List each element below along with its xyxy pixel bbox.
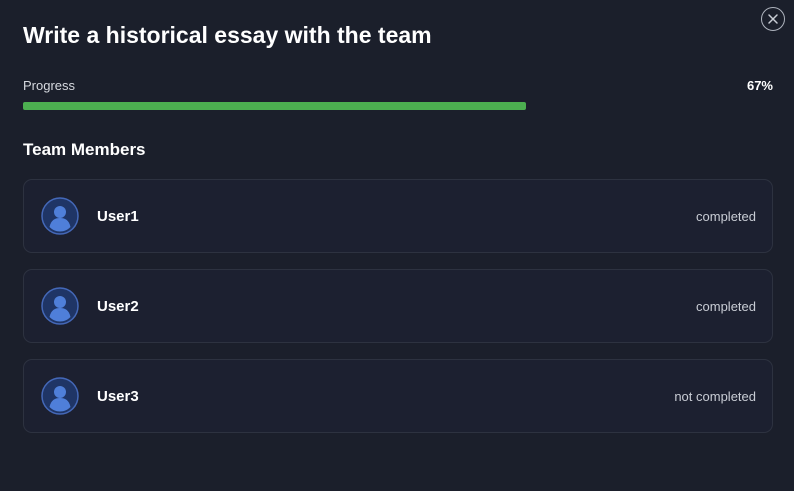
member-status: not completed (674, 388, 756, 404)
modal-title: Write a historical essay with the team (23, 22, 432, 48)
team-members-list: User1 completed User2 completed User3 no… (23, 179, 773, 449)
member-name: User3 (97, 387, 139, 405)
team-members-heading: Team Members (23, 140, 146, 159)
member-name: User2 (97, 297, 139, 315)
team-progress-modal: Write a historical essay with the team P… (0, 0, 794, 491)
progress-bar-fill (23, 102, 526, 110)
user-avatar-icon (41, 287, 79, 325)
member-card-user1[interactable]: User1 completed (23, 179, 773, 253)
progress-percentage: 67% (746, 78, 773, 93)
close-icon (768, 14, 778, 24)
member-status: completed (696, 298, 756, 314)
member-card-user3[interactable]: User3 not completed (23, 359, 773, 433)
progress-bar (23, 102, 773, 110)
user-avatar-icon (41, 197, 79, 235)
member-status: completed (696, 208, 756, 224)
user-avatar-icon (41, 377, 79, 415)
close-button[interactable] (761, 7, 785, 31)
progress-label: Progress (23, 78, 76, 93)
member-card-user2[interactable]: User2 completed (23, 269, 773, 343)
member-name: User1 (97, 207, 139, 225)
